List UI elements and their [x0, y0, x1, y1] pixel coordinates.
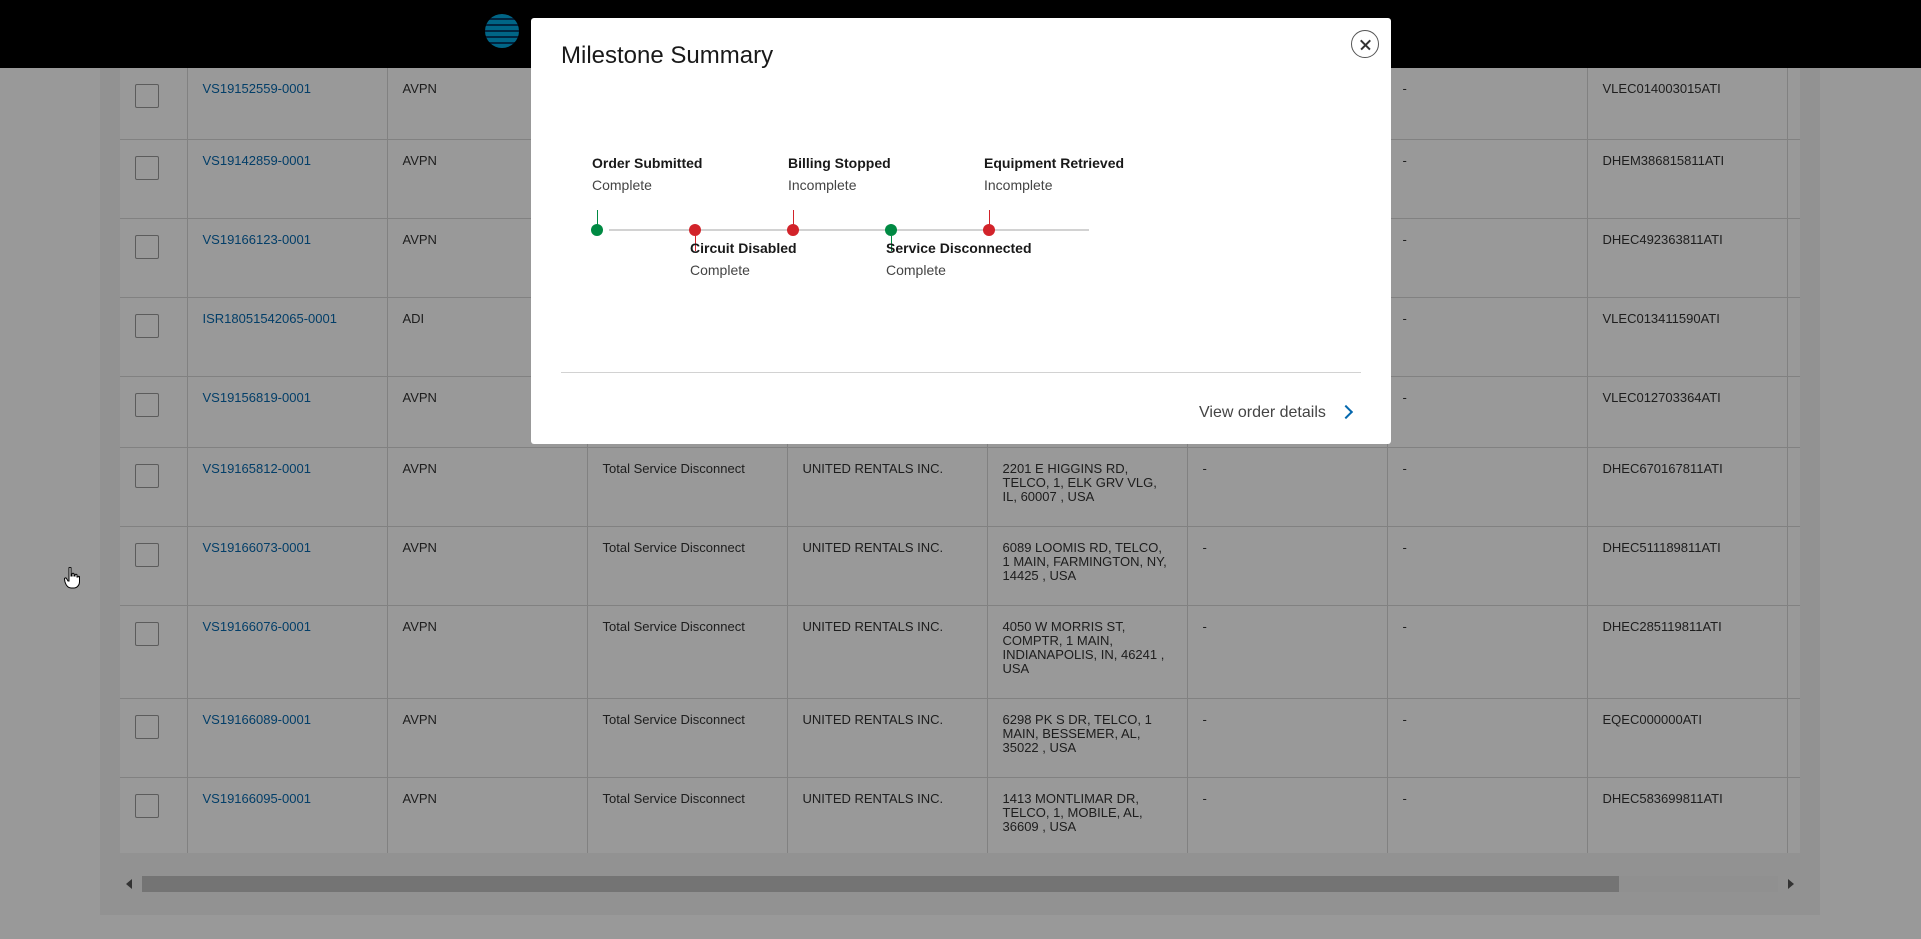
timeline-track — [609, 229, 1089, 231]
chevron-right-icon[interactable] — [1338, 404, 1354, 420]
milestone-tick — [596, 210, 598, 225]
milestone-tick — [792, 210, 794, 225]
milestone-label: Order Submitted — [592, 155, 703, 171]
milestone-status: Complete — [886, 262, 946, 278]
milestone-tick — [988, 210, 990, 225]
milestone-label: Equipment Retrieved — [984, 155, 1125, 171]
hand-cursor-icon — [64, 567, 80, 589]
milestone-dot — [983, 224, 995, 236]
milestone-timeline: Order Submitted Complete Circuit Disabled C… — [531, 18, 1391, 378]
milestone-dot — [689, 224, 701, 236]
milestone-status: Complete — [690, 262, 750, 278]
milestone-status: Incomplete — [788, 177, 857, 193]
milestone-label: Service Disconnected — [886, 240, 1032, 256]
modal-divider — [561, 372, 1361, 373]
milestone-status: Incomplete — [984, 177, 1053, 193]
milestone-dot — [591, 224, 603, 236]
milestone-status: Complete — [592, 177, 652, 193]
milestone-dot — [885, 224, 897, 236]
milestone-label: Circuit Disabled — [690, 240, 797, 256]
view-order-details-link[interactable]: View order details — [1199, 404, 1326, 422]
milestone-dot — [787, 224, 799, 236]
milestone-label: Billing Stopped — [788, 155, 891, 171]
milestone-summary-modal: Milestone Summary Order Submitted Complet… — [531, 18, 1391, 444]
